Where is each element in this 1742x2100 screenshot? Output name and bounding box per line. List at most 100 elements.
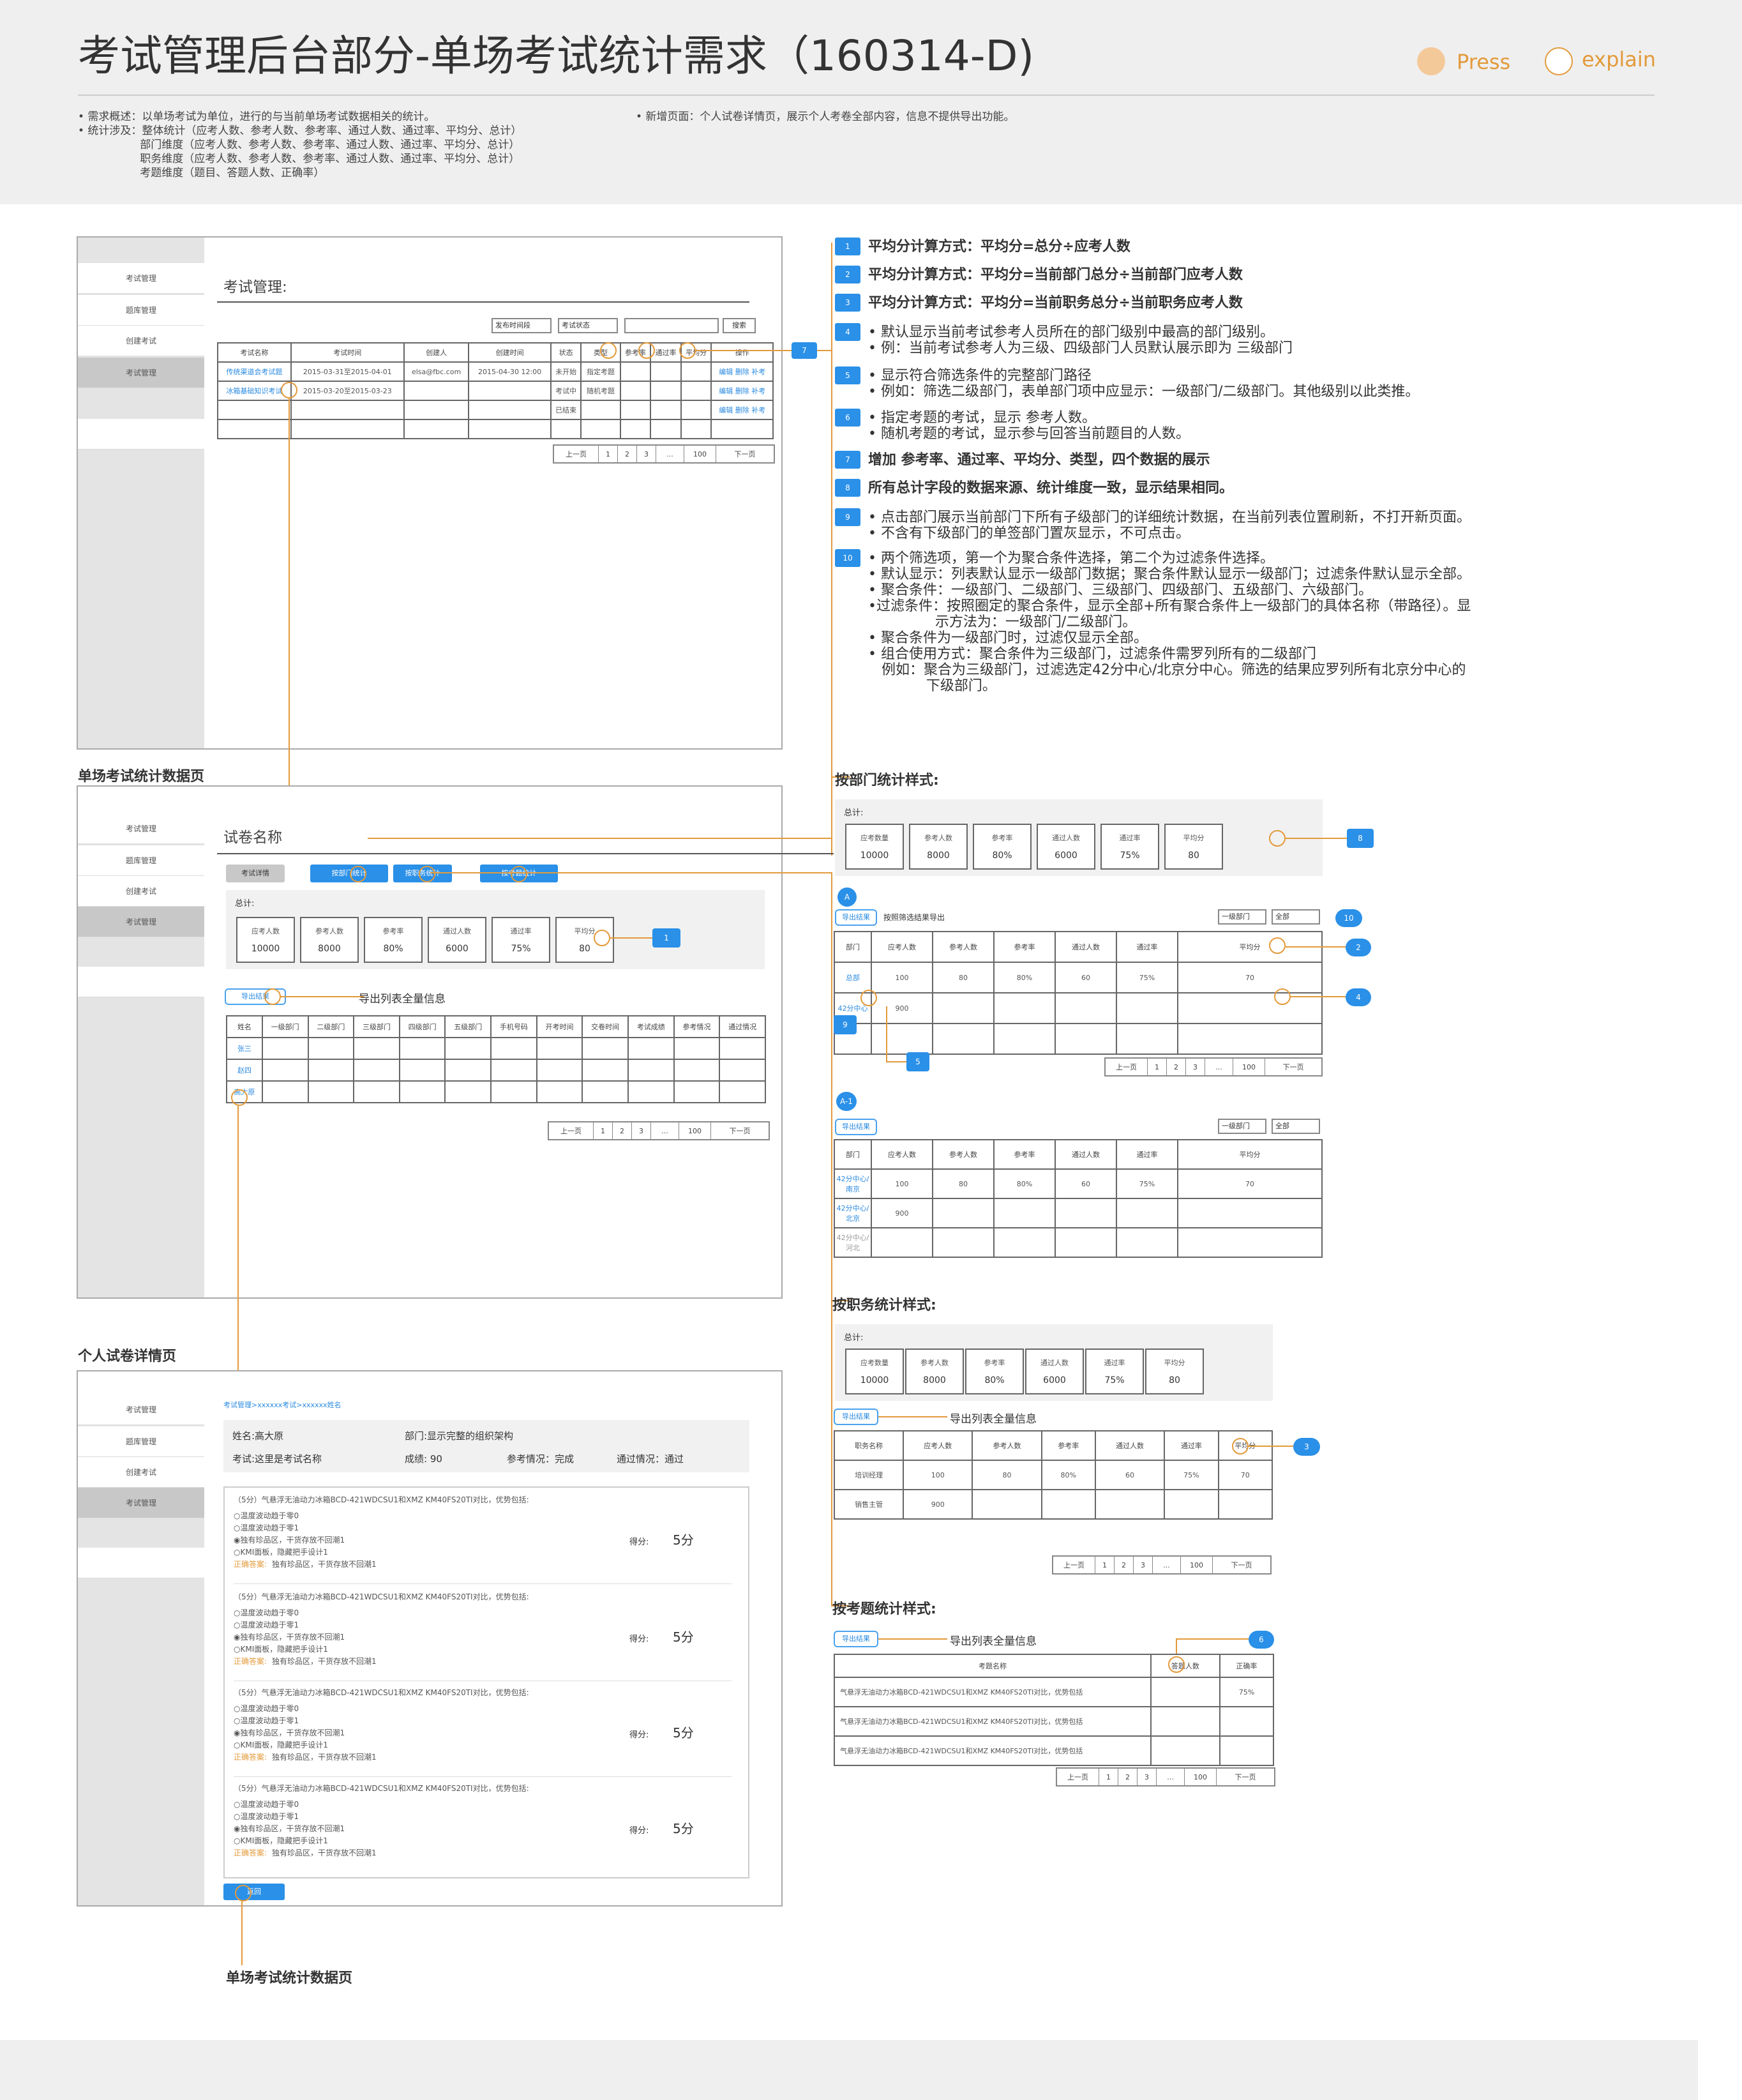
pager-page[interactable]: 2	[1118, 1769, 1138, 1785]
note-badge: 6	[835, 409, 860, 427]
pager-page[interactable]: 1	[1148, 1059, 1167, 1075]
sidebar-item-bank[interactable]: 题库管理	[78, 1426, 204, 1457]
row-actions[interactable]: 编辑 删除 补考	[710, 361, 774, 382]
pager-prev[interactable]: 上一页	[1053, 1557, 1095, 1573]
col-header: 一级部门	[261, 1015, 309, 1038]
tab-exam-detail[interactable]: 考试详情	[226, 865, 285, 882]
pager-page[interactable]: 2	[613, 1122, 632, 1139]
filter-publish-time[interactable]: 发布时间段	[492, 318, 552, 333]
pager-page[interactable]: 1	[1095, 1557, 1115, 1573]
pager-page[interactable]: 3	[637, 446, 656, 462]
pager[interactable]: 上一页 1 2 3... 100 下一页	[553, 444, 775, 464]
pos-export-button[interactable]: 导出结果	[834, 1409, 878, 1425]
pager-page[interactable]: 2	[1115, 1557, 1134, 1573]
table-row: 冰箱基础知识考试 2015-03-20至2015-03-23 考试中 随机考题 编辑 删…	[217, 381, 774, 401]
pager-page[interactable]: 1	[1099, 1769, 1118, 1785]
sidebar-item-create[interactable]: 创建考试	[78, 876, 204, 907]
dept-export-button[interactable]: 导出结果	[835, 909, 877, 926]
sidebar: 考试管理 题库管理 创建考试 考试管理	[78, 813, 204, 1297]
dept-aggregate-select[interactable]: 一级部门	[1218, 1119, 1266, 1134]
dept-filter-select[interactable]: 全部	[1272, 1119, 1320, 1134]
col-header: 手机号码	[490, 1015, 537, 1038]
sidebar-item-bank[interactable]: 题库管理	[78, 295, 204, 326]
sidebar-item-create[interactable]: 创建考试	[78, 1457, 204, 1488]
pager-next[interactable]: 下一页	[1213, 1557, 1270, 1573]
pager-page[interactable]: 3	[632, 1122, 651, 1139]
sidebar-item-manage[interactable]: 考试管理	[78, 907, 204, 937]
sidebar-item-manage[interactable]: 考试管理	[78, 1488, 204, 1518]
sidebar-item-manage[interactable]: 考试管理	[78, 358, 204, 388]
sidebar-item-bank[interactable]: 题库管理	[78, 845, 204, 876]
tab-dept-stat[interactable]: 按部门统计	[310, 865, 388, 882]
dept-aggregate-select[interactable]: 一级部门	[1218, 909, 1266, 925]
pager-page[interactable]: 2	[1167, 1059, 1186, 1075]
table-row: 高大原	[226, 1080, 766, 1103]
pager[interactable]: 上一页 1 2 3... 100 下一页	[1056, 1767, 1275, 1787]
search-button[interactable]: 搜索	[723, 318, 756, 333]
col-header: 参考率	[993, 1139, 1056, 1170]
pager-page[interactable]: 3	[1134, 1557, 1153, 1573]
answer-label: 正确答案:	[234, 1657, 267, 1666]
pager-page[interactable]: 3	[1186, 1059, 1205, 1075]
pager[interactable]: 上一页 1 2 3... 100 下一页	[1052, 1555, 1272, 1575]
pager-page[interactable]: 1	[594, 1122, 613, 1139]
score-value: 5分	[673, 1821, 694, 1836]
exam-link[interactable]: 传统渠道会考试题	[217, 361, 292, 382]
breadcrumb[interactable]: 考试管理>xxxxxx考试>xxxxxx姓名	[223, 1400, 342, 1410]
pager-page[interactable]: 100	[1181, 1557, 1213, 1573]
dept-filter-select[interactable]: 全部	[1272, 909, 1320, 925]
pager-next[interactable]: 下一页	[711, 1122, 769, 1139]
col-header: 考试成绩	[627, 1015, 675, 1038]
pager-page[interactable]: 100	[1233, 1059, 1265, 1075]
pager-page[interactable]: 100	[684, 446, 716, 462]
name-link[interactable]: 张三	[226, 1037, 263, 1060]
sidebar-item-exam[interactable]: 考试管理	[78, 1394, 204, 1425]
pager-page[interactable]: 100	[1185, 1769, 1217, 1785]
pager-page[interactable]: 3	[1138, 1769, 1157, 1785]
question-options: ○温度波动趋于零0 ○温度波动趋于零1 ◉独有珍品区，干货存放不回潮1 ○KMI…	[234, 1511, 345, 1557]
name-link[interactable]: 赵四	[226, 1059, 263, 1082]
badge-6: 6	[1249, 1631, 1274, 1649]
q-export-button[interactable]: 导出结果	[834, 1631, 878, 1647]
pager-prev[interactable]: 上一页	[554, 446, 599, 462]
row-actions[interactable]: 编辑 删除 补考	[710, 381, 774, 401]
pager-page[interactable]: 1	[599, 446, 618, 462]
pager-page[interactable]: 2	[618, 446, 637, 462]
col-header: 应考人数	[871, 1139, 933, 1170]
col-name: 考试名称	[217, 342, 292, 363]
dept-link[interactable]: 总部	[834, 962, 872, 993]
score-label: 得分:	[629, 1730, 649, 1740]
dept-export-button[interactable]: 导出结果	[835, 1119, 877, 1135]
back-button[interactable]: 返回	[223, 1884, 285, 1900]
sidebar-item-exam[interactable]: 考试管理	[78, 263, 204, 294]
pager-page[interactable]: 100	[679, 1122, 711, 1139]
table-row: 42分中心/南京 100 80 80% 60 75% 70	[834, 1168, 1323, 1199]
pager[interactable]: 上一页 1 2 3... 100 下一页	[548, 1121, 770, 1140]
pager-next[interactable]: 下一页	[716, 446, 774, 462]
note-text: • 点击部门展示当前部门下所有子级部门的详细统计数据，在当前列表位置刷新，不打开…	[868, 510, 1471, 541]
note-badge: 1	[835, 238, 860, 255]
sidebar-item-create[interactable]: 创建考试	[78, 326, 204, 356]
pager-next[interactable]: 下一页	[1265, 1059, 1321, 1075]
exam-link[interactable]: 冰箱基础知识考试	[217, 381, 292, 401]
title-underline	[217, 301, 749, 303]
footer-band	[0, 2040, 1698, 2100]
pager-next[interactable]: 下一页	[1217, 1769, 1274, 1785]
cell: 2015-04-30 12:00	[468, 361, 552, 382]
stat-card: 参考率 80%	[973, 824, 1032, 870]
dept-link[interactable]: 42分中心/北京	[834, 1198, 872, 1228]
dept-link[interactable]: 42分中心/南京	[834, 1168, 872, 1199]
pager-prev[interactable]: 上一页	[1057, 1769, 1099, 1785]
sidebar-item-exam[interactable]: 考试管理	[78, 813, 204, 844]
score-table: 姓名 一级部门 二级部门 三级部门 四级部门 五级部门 手机号码 开考时间 交卷时间 考试成绩 参考…	[226, 1015, 766, 1103]
pager-prev[interactable]: 上一页	[549, 1122, 594, 1139]
table-row: 42分中心 900	[834, 992, 1323, 1024]
total-box: 总计: 应考人数 10000 参考人数 8000 参考率 80% 通过人数 6000 通…	[226, 890, 765, 969]
pager-prev[interactable]: 上一页	[1106, 1059, 1148, 1075]
pager[interactable]: 上一页 1 2 3... 100 下一页	[1104, 1057, 1323, 1076]
row-actions[interactable]: 编辑 删除 补考	[710, 400, 774, 420]
col-header: 参考人数	[972, 1430, 1042, 1461]
filter-exam-status[interactable]: 考试状态	[558, 318, 618, 333]
search-input[interactable]	[624, 318, 719, 333]
export-filter-hint: 按照筛选结果导出	[883, 913, 945, 922]
